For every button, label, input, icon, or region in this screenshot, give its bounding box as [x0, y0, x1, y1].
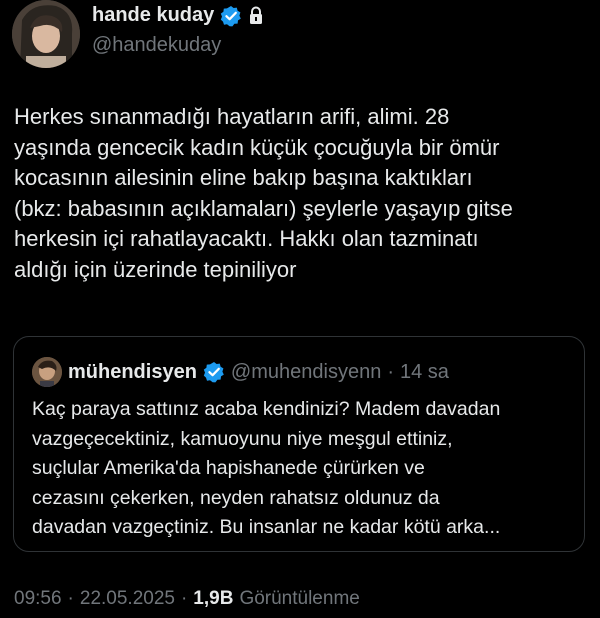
quoted-separator: ·: [387, 360, 394, 383]
meta-separator: ·: [67, 588, 74, 609]
author-handle[interactable]: @handekuday: [92, 34, 221, 57]
meta-separator: ·: [180, 588, 188, 609]
quoted-text-line: cezasını çekerken, neyden rahatsız oldun…: [32, 486, 440, 509]
quoted-tweet-card[interactable]: mühendisyen @muhendisyenn · 14 sa Kaç pa…: [13, 336, 585, 552]
tweet-text-line: kocasının ailesinin eline bakıp başına k…: [14, 165, 473, 190]
verified-badge-icon: [203, 361, 225, 383]
quoted-tweet-header: mühendisyen @muhendisyenn · 14 sa: [32, 357, 449, 387]
tweet-text-line: aldığı için üzerinde tepiniliyor: [14, 256, 297, 282]
tweet-date[interactable]: 22.05.2025: [80, 588, 175, 610]
author-display-name[interactable]: hande kuday: [92, 4, 214, 27]
quoted-text-line: suçlular Amerika'da hapishanede çürürken…: [32, 457, 425, 479]
quoted-text-line: davadan vazgeçtiniz. Bu insanlar ne kada…: [32, 516, 501, 538]
quoted-text-line: Kaç paraya sattınız acaba kendinizi? Mad…: [32, 398, 501, 420]
quoted-text-line: vazgeçecektiniz, kamuoyunu niye meşgul e…: [32, 427, 453, 450]
tweet-body: Herkes sınanmadığı hayatların arifi, ali…: [14, 102, 584, 285]
tweet-text-line: herkesin içi rahatlayacaktı. Hakkı olan …: [14, 226, 479, 251]
author-avatar[interactable]: [12, 0, 80, 68]
author-name-row: hande kuday: [92, 4, 264, 27]
quoted-timestamp[interactable]: 14 sa: [400, 361, 449, 384]
views-label: Görüntülenme: [239, 588, 360, 609]
tweet-time[interactable]: 09:56: [14, 588, 62, 610]
tweet-text-line: yaşında gencecik kadın küçük çocuğuyla b…: [14, 134, 500, 160]
quoted-author-display-name[interactable]: mühendisyen: [68, 361, 197, 384]
lock-icon: [248, 6, 264, 26]
quoted-author-handle[interactable]: @muhendisyenn: [231, 361, 381, 384]
verified-badge-icon: [220, 5, 242, 27]
quoted-tweet-body: Kaç paraya sattınız acaba kendinizi? Mad…: [32, 395, 577, 543]
views-count: 1,9B: [193, 588, 234, 609]
tweet-text-line: Herkes sınanmadığı hayatların arifi, ali…: [14, 104, 450, 129]
tweet-meta: 09:56 · 22.05.2025 · 1,9B Görüntülenme: [14, 588, 360, 610]
quoted-author-avatar[interactable]: [32, 357, 62, 387]
tweet-text-line: (bkz: babasının açıklamaları) şeylerle y…: [14, 195, 513, 221]
tweet-header: hande kuday @handekuday: [0, 0, 600, 72]
